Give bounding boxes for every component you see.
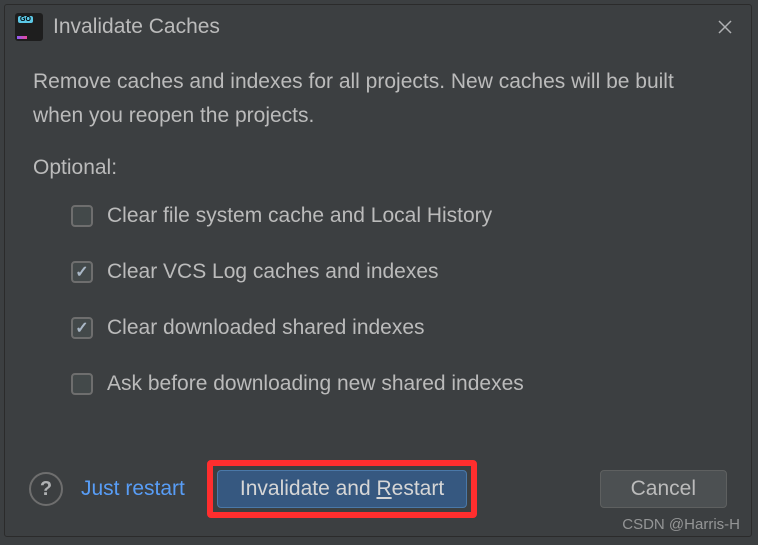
invalidate-caches-dialog: Invalidate Caches Remove caches and inde…	[4, 4, 752, 537]
close-button[interactable]	[713, 15, 737, 39]
option-label: Clear file system cache and Local Histor…	[107, 204, 492, 228]
app-icon	[15, 13, 43, 41]
invalidate-restart-button[interactable]: Invalidate and Restart	[217, 470, 467, 508]
option-clear-shared-indexes[interactable]: Clear downloaded shared indexes	[71, 316, 723, 340]
close-icon	[717, 19, 733, 35]
btn-text-post: estart	[392, 477, 445, 500]
option-label: Ask before downloading new shared indexe…	[107, 372, 524, 396]
dialog-content: Remove caches and indexes for all projec…	[5, 49, 751, 448]
cancel-button[interactable]: Cancel	[600, 470, 727, 508]
dialog-title: Invalidate Caches	[53, 15, 703, 39]
optional-label: Optional:	[33, 156, 723, 180]
checkbox-icon[interactable]	[71, 317, 93, 339]
option-clear-file-cache[interactable]: Clear file system cache and Local Histor…	[71, 204, 723, 228]
checkbox-icon[interactable]	[71, 373, 93, 395]
checkbox-icon[interactable]	[71, 261, 93, 283]
titlebar: Invalidate Caches	[5, 5, 751, 49]
btn-text-pre: Invalidate and	[240, 477, 377, 500]
checkbox-icon[interactable]	[71, 205, 93, 227]
option-clear-vcs-log[interactable]: Clear VCS Log caches and indexes	[71, 260, 723, 284]
option-ask-before-download[interactable]: Ask before downloading new shared indexe…	[71, 372, 723, 396]
just-restart-link[interactable]: Just restart	[81, 477, 185, 501]
options-list: Clear file system cache and Local Histor…	[33, 204, 723, 396]
dialog-footer: ? Just restart Invalidate and Restart Ca…	[5, 448, 751, 536]
highlight-box: Invalidate and Restart	[207, 460, 477, 518]
option-label: Clear downloaded shared indexes	[107, 316, 425, 340]
btn-mnemonic: R	[376, 477, 391, 500]
option-label: Clear VCS Log caches and indexes	[107, 260, 439, 284]
description-text: Remove caches and indexes for all projec…	[33, 65, 723, 132]
help-button[interactable]: ?	[29, 472, 63, 506]
